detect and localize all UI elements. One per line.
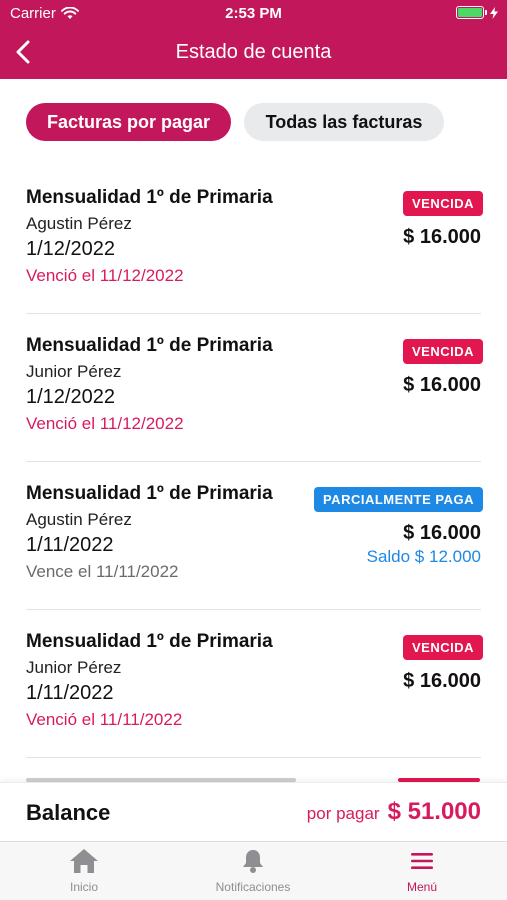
invoice-due-date: Venció el 11/12/2022 xyxy=(26,414,184,433)
invoice-due-date: Venció el 11/11/2022 xyxy=(26,710,183,729)
balance-amount: $ 51.000 xyxy=(387,798,481,825)
invoice-student: Agustin Pérez xyxy=(26,214,132,233)
status-bar: Carrier 2:53 PM xyxy=(0,0,507,28)
invoice-student: Agustin Pérez xyxy=(26,510,132,529)
invoice-student: Junior Pérez xyxy=(26,362,122,381)
invoice-student: Junior Pérez xyxy=(26,658,122,677)
status-badge: VENCIDA xyxy=(402,191,483,216)
invoice-date: 1/12/2022 xyxy=(26,238,115,260)
home-icon xyxy=(70,849,98,873)
tab-label: Menú xyxy=(406,880,438,894)
tab-inicio[interactable]: Inicio xyxy=(19,848,149,894)
invoice-due-date: Venció el 11/12/2022 xyxy=(26,266,184,285)
tab-menu[interactable]: Menú xyxy=(357,848,487,894)
charging-bolt-icon xyxy=(490,6,498,19)
invoice-amount: $ 16.000 xyxy=(403,522,481,544)
filter-all-invoices[interactable]: Todas las facturas xyxy=(244,103,444,141)
invoice-title: Mensualidad 1º de Primaria xyxy=(26,631,273,652)
invoice-item[interactable]: Mensualidad 1º de Primaria Junior Pérez … xyxy=(0,610,507,758)
invoice-amount: $ 16.000 xyxy=(403,226,481,248)
invoice-list: Mensualidad 1º de Primaria Agustin Pérez… xyxy=(0,166,507,782)
tab-label: Inicio xyxy=(69,880,98,894)
invoice-item[interactable]: Mensualidad 1º de Primaria Agustin Pérez… xyxy=(0,166,507,314)
menu-icon xyxy=(411,853,433,869)
invoice-item[interactable]: Mensualidad 1º de Primaria Junior Pérez … xyxy=(0,314,507,462)
page-title: Estado de cuenta xyxy=(175,41,332,63)
invoice-item[interactable]: Mensualidad 1º de Primaria Agustin Pérez… xyxy=(0,462,507,610)
invoice-date: 1/11/2022 xyxy=(26,534,114,556)
divider xyxy=(26,757,481,758)
status-badge: PARCIALMENTE PAGA xyxy=(313,487,483,512)
invoice-remaining-balance: Saldo $ 12.000 xyxy=(366,547,481,566)
invoice-amount: $ 16.000 xyxy=(403,670,481,692)
bell-icon xyxy=(243,850,263,873)
invoice-due-date: Vence el 11/11/2022 xyxy=(26,562,179,581)
app-header: Carrier 2:53 PM Estado de cuenta xyxy=(0,0,507,79)
invoice-date: 1/11/2022 xyxy=(26,682,114,704)
status-time: 2:53 PM xyxy=(225,5,282,22)
status-badge: VENCIDA xyxy=(402,635,483,660)
tab-bar: Inicio Notificaciones Menú xyxy=(0,841,507,900)
filter-tabs: Facturas por pagar Todas las facturas xyxy=(26,103,444,141)
status-badge: VENCIDA xyxy=(402,339,483,364)
balance-bar: Balance por pagar $ 51.000 xyxy=(0,782,507,841)
balance-summary: por pagar $ 51.000 xyxy=(307,798,481,826)
invoice-amount: $ 16.000 xyxy=(403,374,481,396)
tab-notificaciones[interactable]: Notificaciones xyxy=(188,848,318,894)
invoice-title: Mensualidad 1º de Primaria xyxy=(26,187,273,208)
invoice-title: Mensualidad 1º de Primaria xyxy=(26,335,273,356)
invoice-title: Mensualidad 1º de Primaria xyxy=(26,483,273,504)
balance-label: Balance xyxy=(26,800,111,825)
invoice-date: 1/12/2022 xyxy=(26,386,115,408)
tab-label: Notificaciones xyxy=(215,880,291,894)
filter-pending-invoices[interactable]: Facturas por pagar xyxy=(26,103,231,141)
battery-icon xyxy=(456,6,498,19)
balance-caption: por pagar xyxy=(306,804,380,823)
